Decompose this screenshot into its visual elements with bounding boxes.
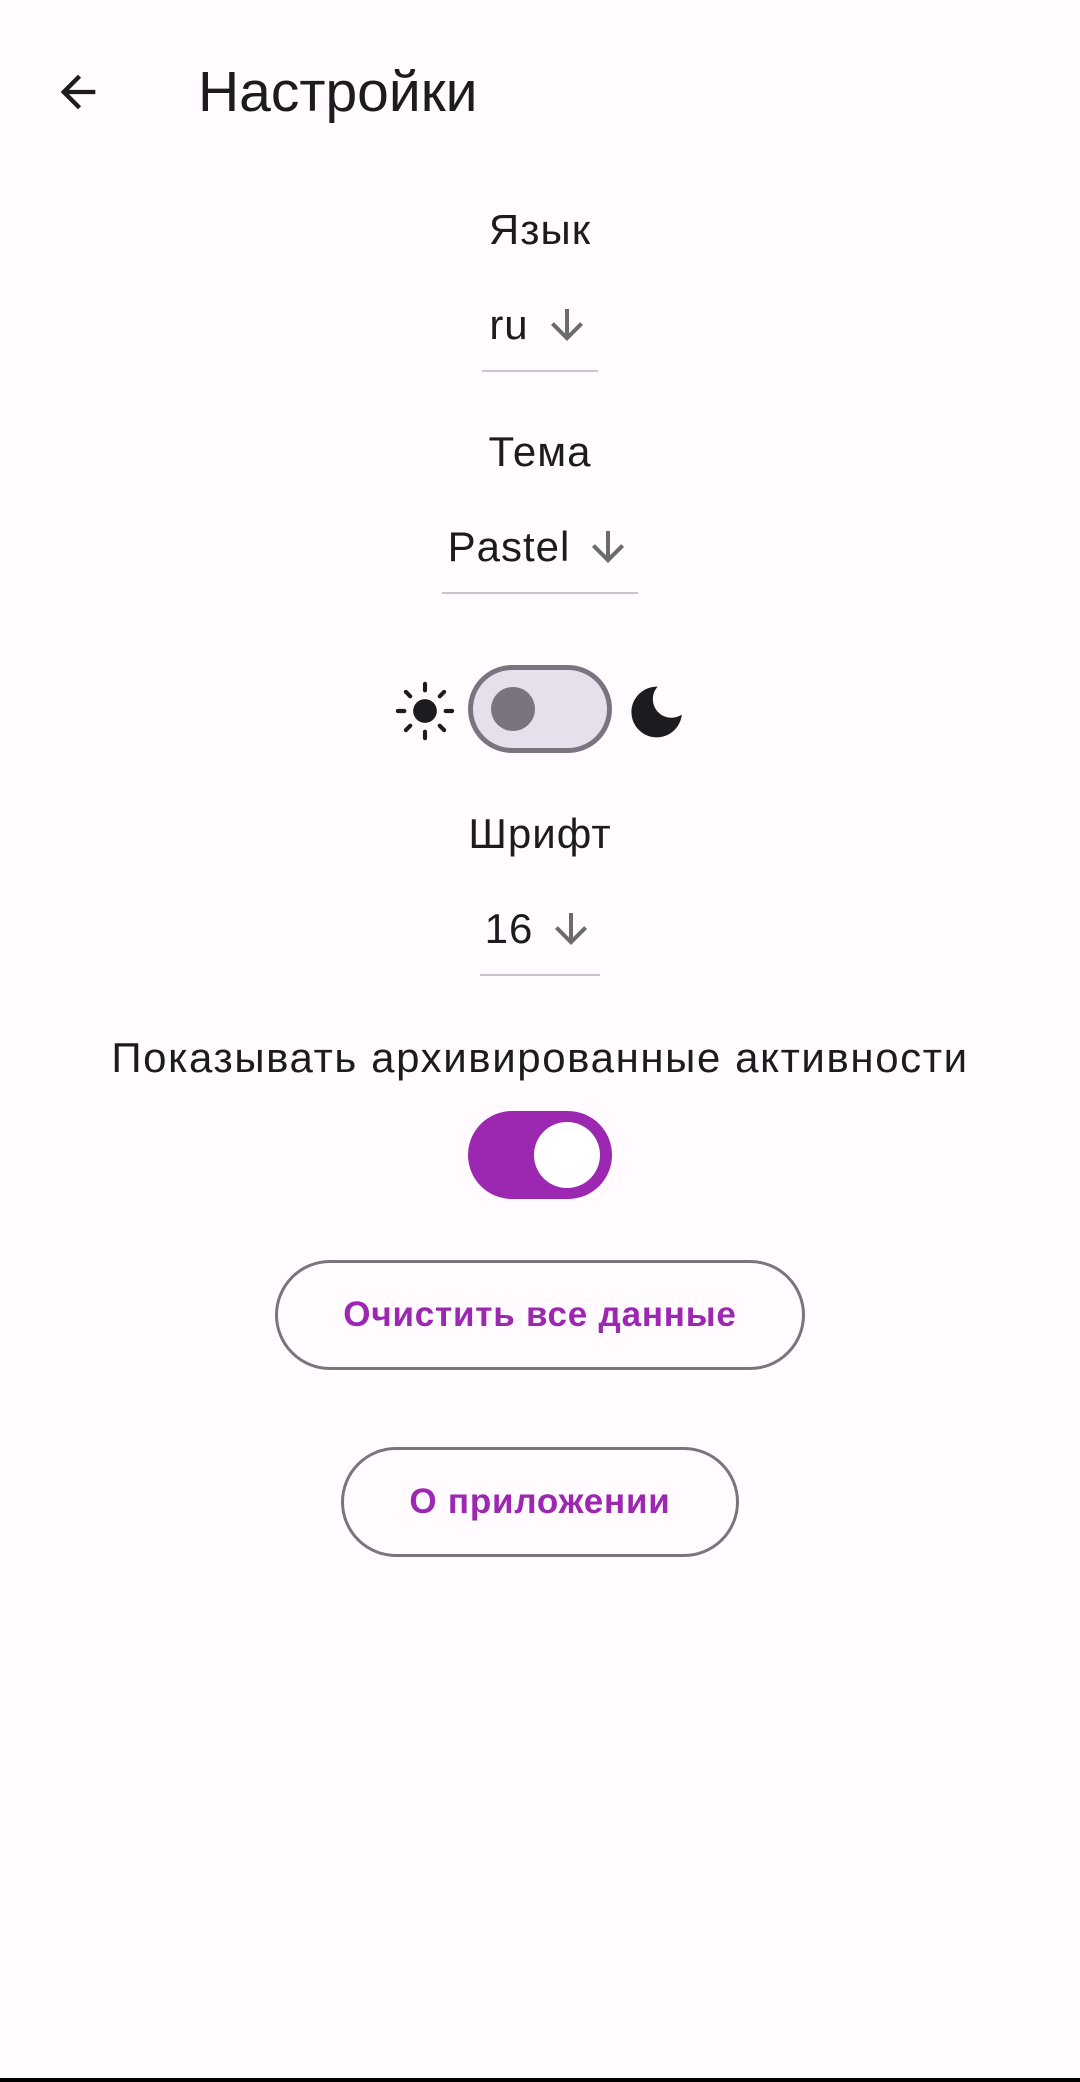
arrow-back-icon	[60, 74, 96, 110]
arrow-down-icon	[547, 905, 595, 953]
clear-data-button[interactable]: Очистить все данные	[275, 1260, 805, 1370]
about-button[interactable]: О приложении	[341, 1447, 739, 1557]
theme-dropdown[interactable]: Pastel	[442, 502, 638, 594]
sun-icon	[395, 681, 455, 741]
page-title: Настройки	[198, 60, 478, 124]
show-archived-label: Показывать архивированные активности	[111, 1034, 969, 1081]
font-label: Шрифт	[468, 810, 612, 857]
dark-mode-switch[interactable]	[468, 665, 612, 753]
moon-icon	[631, 686, 682, 738]
font-size-dropdown[interactable]: 16	[480, 884, 600, 976]
language-value: ru	[489, 301, 529, 348]
bottom-divider	[0, 2078, 1080, 2082]
theme-label: Тема	[488, 428, 592, 475]
language-dropdown[interactable]: ru	[482, 280, 598, 372]
arrow-down-icon	[543, 301, 591, 349]
font-size-value: 16	[484, 905, 534, 952]
switch-thumb	[491, 687, 535, 731]
language-label: Язык	[488, 206, 592, 253]
switch-thumb	[534, 1122, 600, 1188]
show-archived-switch[interactable]	[468, 1111, 612, 1199]
theme-value: Pastel	[447, 523, 571, 570]
arrow-down-icon	[584, 523, 632, 571]
top-app-bar: Настройки	[0, 0, 1080, 184]
back-button[interactable]	[36, 56, 120, 128]
